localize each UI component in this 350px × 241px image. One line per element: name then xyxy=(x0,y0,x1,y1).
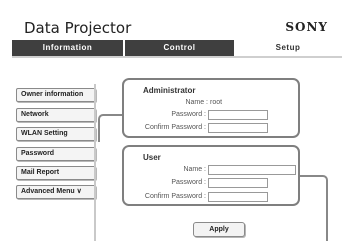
brand-logo: SONY xyxy=(285,20,328,34)
admin-name-label: Name : xyxy=(185,99,208,106)
app-title: Data Projector xyxy=(24,19,132,37)
sidebar-item-owner-information[interactable]: Owner information xyxy=(16,88,96,102)
apply-button[interactable]: Apply xyxy=(193,222,245,237)
sidebar-item-network[interactable]: Network xyxy=(16,108,96,122)
administrator-title: Administrator xyxy=(143,86,196,95)
user-name-field[interactable] xyxy=(208,165,296,175)
administrator-panel: Administrator Name : root Password : Con… xyxy=(122,78,300,138)
connector-line xyxy=(98,114,124,142)
user-confirm-password-label: Confirm Password : xyxy=(144,193,206,200)
tab-control[interactable]: Control xyxy=(125,40,234,56)
user-title: User xyxy=(143,153,161,162)
user-panel: User Name : Password : Confirm Password … xyxy=(122,145,300,206)
sidebar-item-wlan-setting[interactable]: WLAN Setting xyxy=(16,127,96,141)
header: Data Projector SONY xyxy=(0,0,350,40)
sidebar-divider xyxy=(94,84,96,241)
sidebar-item-advanced-menu[interactable]: Advanced Menu ∨ xyxy=(16,185,96,199)
admin-confirm-password-label: Confirm Password : xyxy=(144,124,206,131)
user-password-label: Password : xyxy=(171,179,206,186)
user-password-field[interactable] xyxy=(208,178,268,188)
admin-password-field[interactable] xyxy=(208,110,268,120)
admin-confirm-password-field[interactable] xyxy=(208,123,268,133)
user-name-label: Name : xyxy=(183,166,206,173)
connector-line xyxy=(298,175,328,241)
sidebar-item-mail-report[interactable]: Mail Report xyxy=(16,166,96,180)
admin-password-label: Password : xyxy=(171,111,206,118)
tab-setup[interactable]: Setup xyxy=(234,40,342,56)
tab-bar: Information Control Setup xyxy=(12,40,342,56)
user-confirm-password-field[interactable] xyxy=(208,192,268,202)
admin-name-value: root xyxy=(210,99,223,106)
tab-divider xyxy=(12,56,342,58)
tab-information[interactable]: Information xyxy=(12,40,123,56)
sidebar-item-password[interactable]: Password xyxy=(16,147,96,161)
